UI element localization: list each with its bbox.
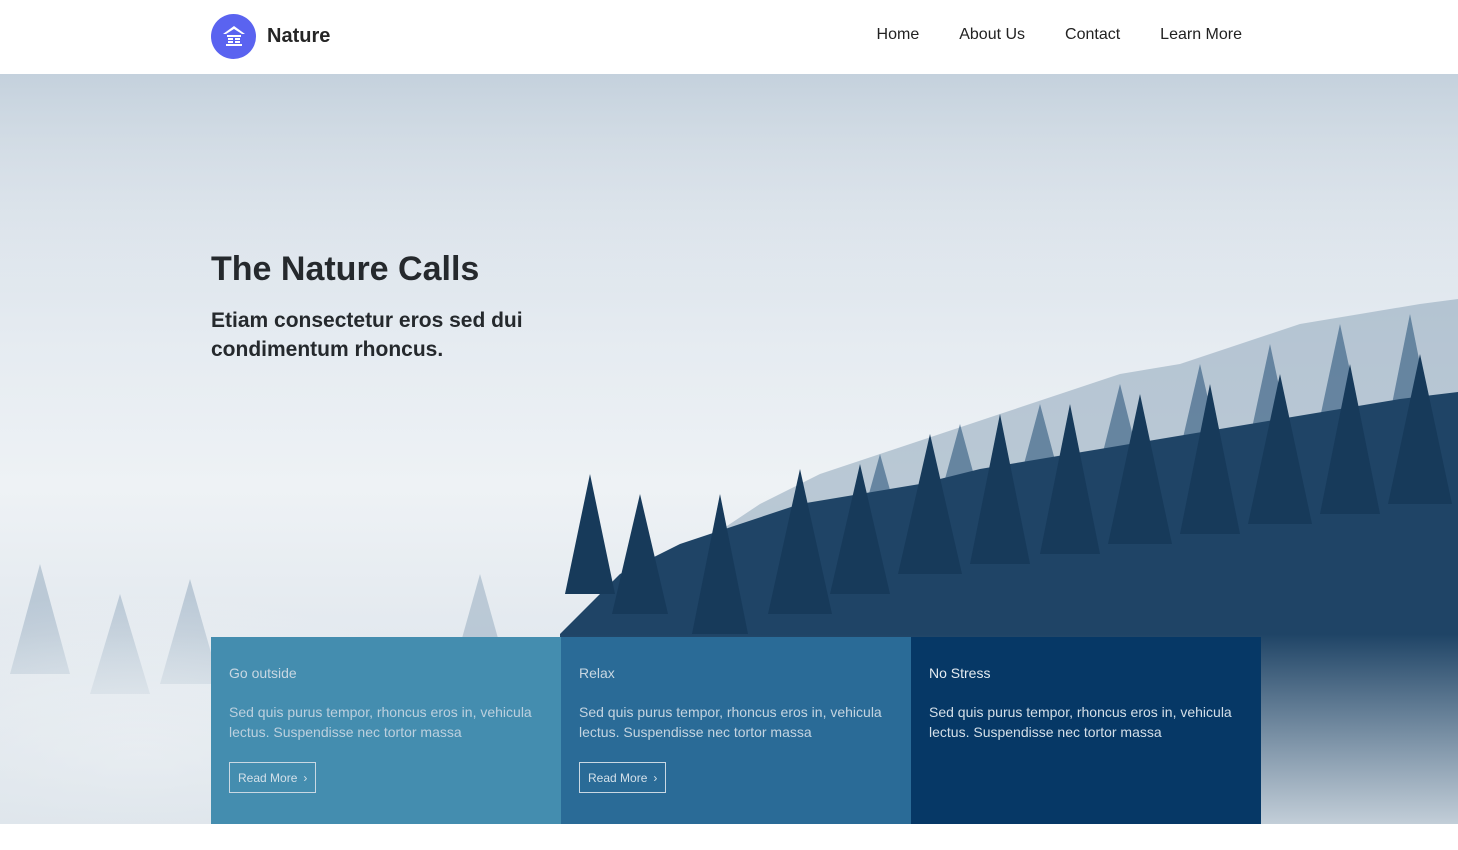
- read-more-label: Read More: [238, 770, 298, 785]
- read-more-button[interactable]: Read More ›: [579, 762, 667, 793]
- nav-contact[interactable]: Contact: [1065, 26, 1120, 44]
- card-title: Go outside: [229, 665, 297, 681]
- hero-subtitle: Etiam consectetur eros sed dui condiment…: [211, 309, 523, 361]
- hero-section: The Nature Calls Etiam consectetur eros …: [0, 74, 1458, 824]
- read-more-button[interactable]: Read More ›: [229, 762, 317, 793]
- brand[interactable]: Nature: [211, 14, 330, 59]
- top-navbar: Nature Home About Us Contact Learn More: [0, 0, 1458, 74]
- hero-title: The Nature Calls: [211, 250, 480, 288]
- brand-name: Nature: [267, 25, 331, 47]
- nav-learn-more[interactable]: Learn More: [1160, 26, 1242, 44]
- chevron-right-icon: ›: [653, 770, 658, 785]
- nav-about-us[interactable]: About Us: [959, 26, 1025, 44]
- card-title: Relax: [579, 665, 615, 681]
- nav-home[interactable]: Home: [877, 26, 920, 44]
- card-no-stress: No Stress Sed quis purus tempor, rhoncus…: [911, 637, 1261, 824]
- card-text: Sed quis purus tempor, rhoncus eros in, …: [579, 704, 882, 740]
- house-icon: [211, 14, 256, 59]
- main-nav: Home About Us Contact Learn More: [877, 26, 1242, 44]
- feature-cards: Go outside Sed quis purus tempor, rhoncu…: [211, 637, 1261, 824]
- card-go-outside: Go outside Sed quis purus tempor, rhoncu…: [211, 637, 561, 824]
- read-more-label: Read More: [588, 770, 648, 785]
- card-text: Sed quis purus tempor, rhoncus eros in, …: [229, 704, 532, 740]
- card-title: No Stress: [929, 665, 991, 681]
- chevron-right-icon: ›: [303, 770, 308, 785]
- card-relax: Relax Sed quis purus tempor, rhoncus ero…: [561, 637, 911, 824]
- card-text: Sed quis purus tempor, rhoncus eros in, …: [929, 704, 1232, 740]
